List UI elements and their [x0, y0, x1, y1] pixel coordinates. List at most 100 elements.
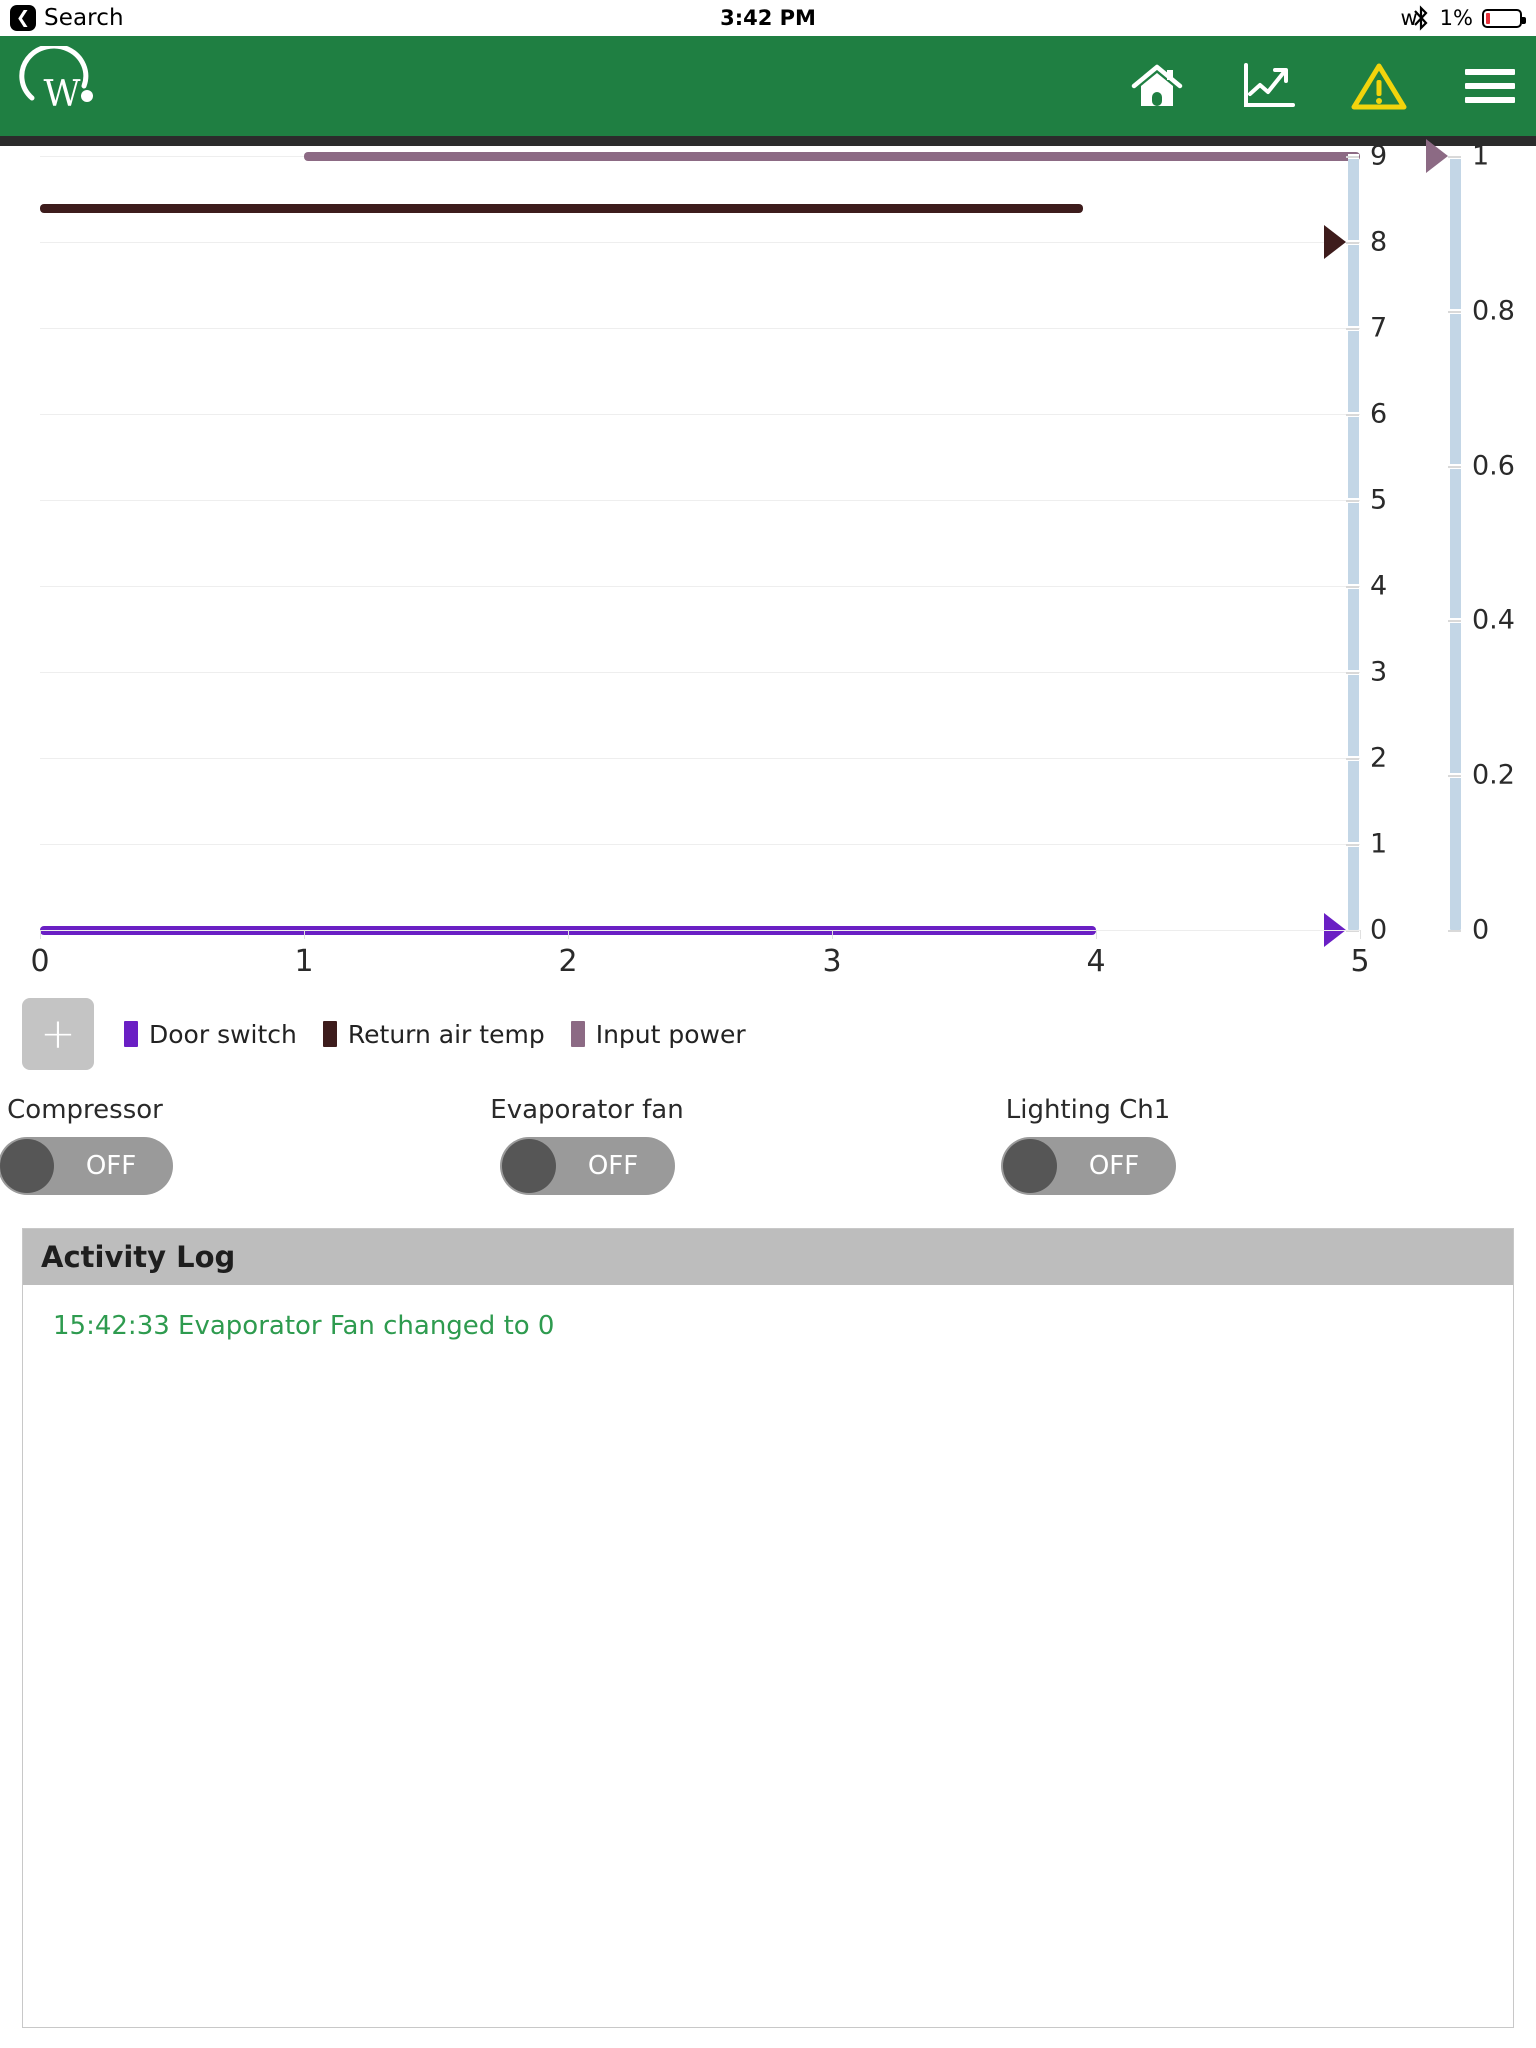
- chart-axis-tick-label: 7: [1370, 312, 1388, 344]
- bluetooth-glyph: [1413, 5, 1428, 31]
- chart-axis-tick-label: 0.2: [1472, 759, 1515, 791]
- chart-x-tick: [832, 930, 833, 939]
- chart-axis-tick: [1448, 930, 1461, 932]
- chart-y-axis-primary[interactable]: 0 1 2 3 4 5 6 7 8 9: [1324, 141, 1387, 976]
- app-header-underline: [0, 136, 1536, 146]
- chart-gridline: [40, 586, 1360, 587]
- chart-axis-tick: [1448, 775, 1461, 778]
- chart-axis-tick: [1346, 414, 1359, 416]
- chart-x-tick-label: 2: [558, 944, 578, 979]
- legend-label: Input power: [595, 1019, 746, 1049]
- home-icon[interactable]: [1129, 58, 1185, 114]
- chart-axis-tick: [1448, 620, 1461, 623]
- trend-chart[interactable]: 0 1 2 3 4 5 6 7 8 9 0 0.2 0.4 0.6 0.8 1 0 1 2 3 4 5: [0, 139, 1536, 979]
- chart-series-line: [40, 203, 1083, 213]
- toggle-state-label: OFF: [1088, 1151, 1140, 1181]
- chart-axis-tick-label: 0.8: [1472, 295, 1515, 327]
- chart-axis-tick-label: 5: [1370, 484, 1388, 516]
- chart-axis-tick-label: 0: [1472, 914, 1490, 946]
- chart-axis-tick: [1346, 758, 1359, 760]
- chart-legend-row: + Door switch Return air temp Input power: [0, 998, 1536, 1070]
- add-series-button[interactable]: +: [22, 998, 94, 1070]
- chart-axis-tick-label: 2: [1370, 742, 1388, 774]
- chart-x-tick-label: 5: [1350, 944, 1370, 979]
- chart-axis-tick: [1448, 465, 1461, 468]
- chart-gridline: [40, 328, 1360, 329]
- legend-color-swatch: [322, 1021, 337, 1047]
- chart-axis-tick: [1346, 500, 1359, 502]
- chart-x-tick: [304, 930, 305, 939]
- app-header-bar: W: [0, 36, 1536, 136]
- trend-chart-icon[interactable]: [1240, 58, 1296, 114]
- chart-axis-tick: [1346, 156, 1359, 158]
- chart-axis-tick: [1346, 672, 1359, 674]
- toggle-knob[interactable]: [0, 1139, 54, 1193]
- hamburger-menu-icon[interactable]: [1462, 58, 1518, 114]
- chart-axis-tick-label: 0.6: [1472, 450, 1515, 482]
- toggle-label: Compressor: [7, 1095, 163, 1125]
- chart-x-tick: [1096, 930, 1097, 939]
- chart-x-tick: [40, 930, 41, 939]
- chart-axis-tick-label: 8: [1370, 226, 1388, 258]
- toggle-knob[interactable]: [501, 1139, 556, 1193]
- warning-triangle-icon[interactable]: [1351, 58, 1407, 114]
- svg-text:W: W: [43, 74, 80, 115]
- chart-axis-tick: [1346, 844, 1359, 846]
- w-logo[interactable]: W: [18, 43, 108, 126]
- toggle-state-label: OFF: [85, 1151, 137, 1181]
- activity-log-panel: Activity Log 15:42:33 Evaporator Fan cha…: [22, 1228, 1514, 2028]
- chart-gridline: [40, 844, 1360, 845]
- legend-item[interactable]: Return air temp: [322, 1019, 545, 1049]
- status-bar-clock: 3:42 PM: [720, 6, 816, 30]
- ios-status-bar: ❮ Search 3:42 PM w 1%: [0, 0, 1536, 36]
- chart-legend-items: Door switch Return air temp Input power: [124, 1020, 746, 1049]
- chart-axis-tick-label: 9: [1370, 140, 1388, 172]
- chart-axis-tick: [1448, 156, 1461, 158]
- chart-gridline: [40, 414, 1360, 415]
- chart-series-line: [304, 152, 1360, 161]
- chart-axis-tick: [1448, 310, 1461, 313]
- activity-log-header: Activity Log: [23, 1229, 1513, 1285]
- chart-x-tick-label: 4: [1086, 944, 1106, 979]
- toggle-switch[interactable]: OFF: [1000, 1137, 1176, 1195]
- chart-x-tick-label: 3: [822, 944, 842, 979]
- toggle-label: Evaporator fan: [490, 1095, 684, 1125]
- toggle-switch[interactable]: OFF: [0, 1137, 173, 1195]
- activity-log-title: Activity Log: [41, 1240, 236, 1274]
- status-bar-indicators: w 1%: [1400, 0, 1526, 36]
- battery-icon: [1482, 8, 1526, 28]
- chart-x-tick-label: 1: [294, 944, 314, 979]
- chart-axis-tick-label: 0: [1370, 914, 1388, 946]
- legend-label: Door switch: [149, 1019, 297, 1049]
- chart-axis-tick: [1346, 586, 1359, 588]
- chart-axis-tick-label: 1: [1370, 828, 1388, 860]
- legend-label: Return air temp: [347, 1019, 545, 1049]
- chart-y-axis-secondary[interactable]: 0 0.2 0.4 0.6 0.8 1: [1426, 139, 1515, 976]
- toggle-state-label: OFF: [587, 1151, 639, 1181]
- chart-x-axis-line: [40, 930, 1360, 931]
- chart-axis-tick: [1346, 242, 1359, 244]
- chart-gridline: [40, 758, 1360, 759]
- chart-value-marker: [1426, 139, 1448, 173]
- chart-value-marker: [1324, 225, 1346, 259]
- chart-x-tick: [1360, 930, 1361, 939]
- device-control-toggles: Compressor OFF Evaporator fan OFF Lighting C…: [0, 1095, 1536, 1200]
- chart-axis-bar[interactable]: [1450, 154, 1461, 930]
- toggle-switch[interactable]: OFF: [499, 1137, 675, 1195]
- toggle-knob[interactable]: [1002, 1139, 1057, 1193]
- chart-axis-tick-label: 6: [1370, 398, 1388, 430]
- chart-axis-tick: [1346, 328, 1359, 330]
- chart-x-tick-label: 0: [30, 944, 50, 979]
- legend-item[interactable]: Input power: [570, 1019, 746, 1049]
- chart-gridline: [40, 242, 1360, 243]
- chart-gridline: [40, 500, 1360, 501]
- activity-log-body[interactable]: 15:42:33 Evaporator Fan changed to 0: [23, 1285, 1513, 1346]
- chart-axis-tick-label: 3: [1370, 656, 1388, 688]
- app-header-icons: [1129, 36, 1518, 136]
- chart-axis-bar[interactable]: [1348, 154, 1359, 930]
- activity-log-entry: 15:42:33 Evaporator Fan changed to 0: [53, 1311, 555, 1341]
- toggle-group-compressor: Compressor OFF: [0, 1095, 255, 1195]
- legend-color-swatch: [570, 1021, 585, 1047]
- toggle-group-lighting-ch1: Lighting Ch1 OFF: [918, 1095, 1258, 1195]
- legend-item[interactable]: Door switch: [124, 1020, 297, 1049]
